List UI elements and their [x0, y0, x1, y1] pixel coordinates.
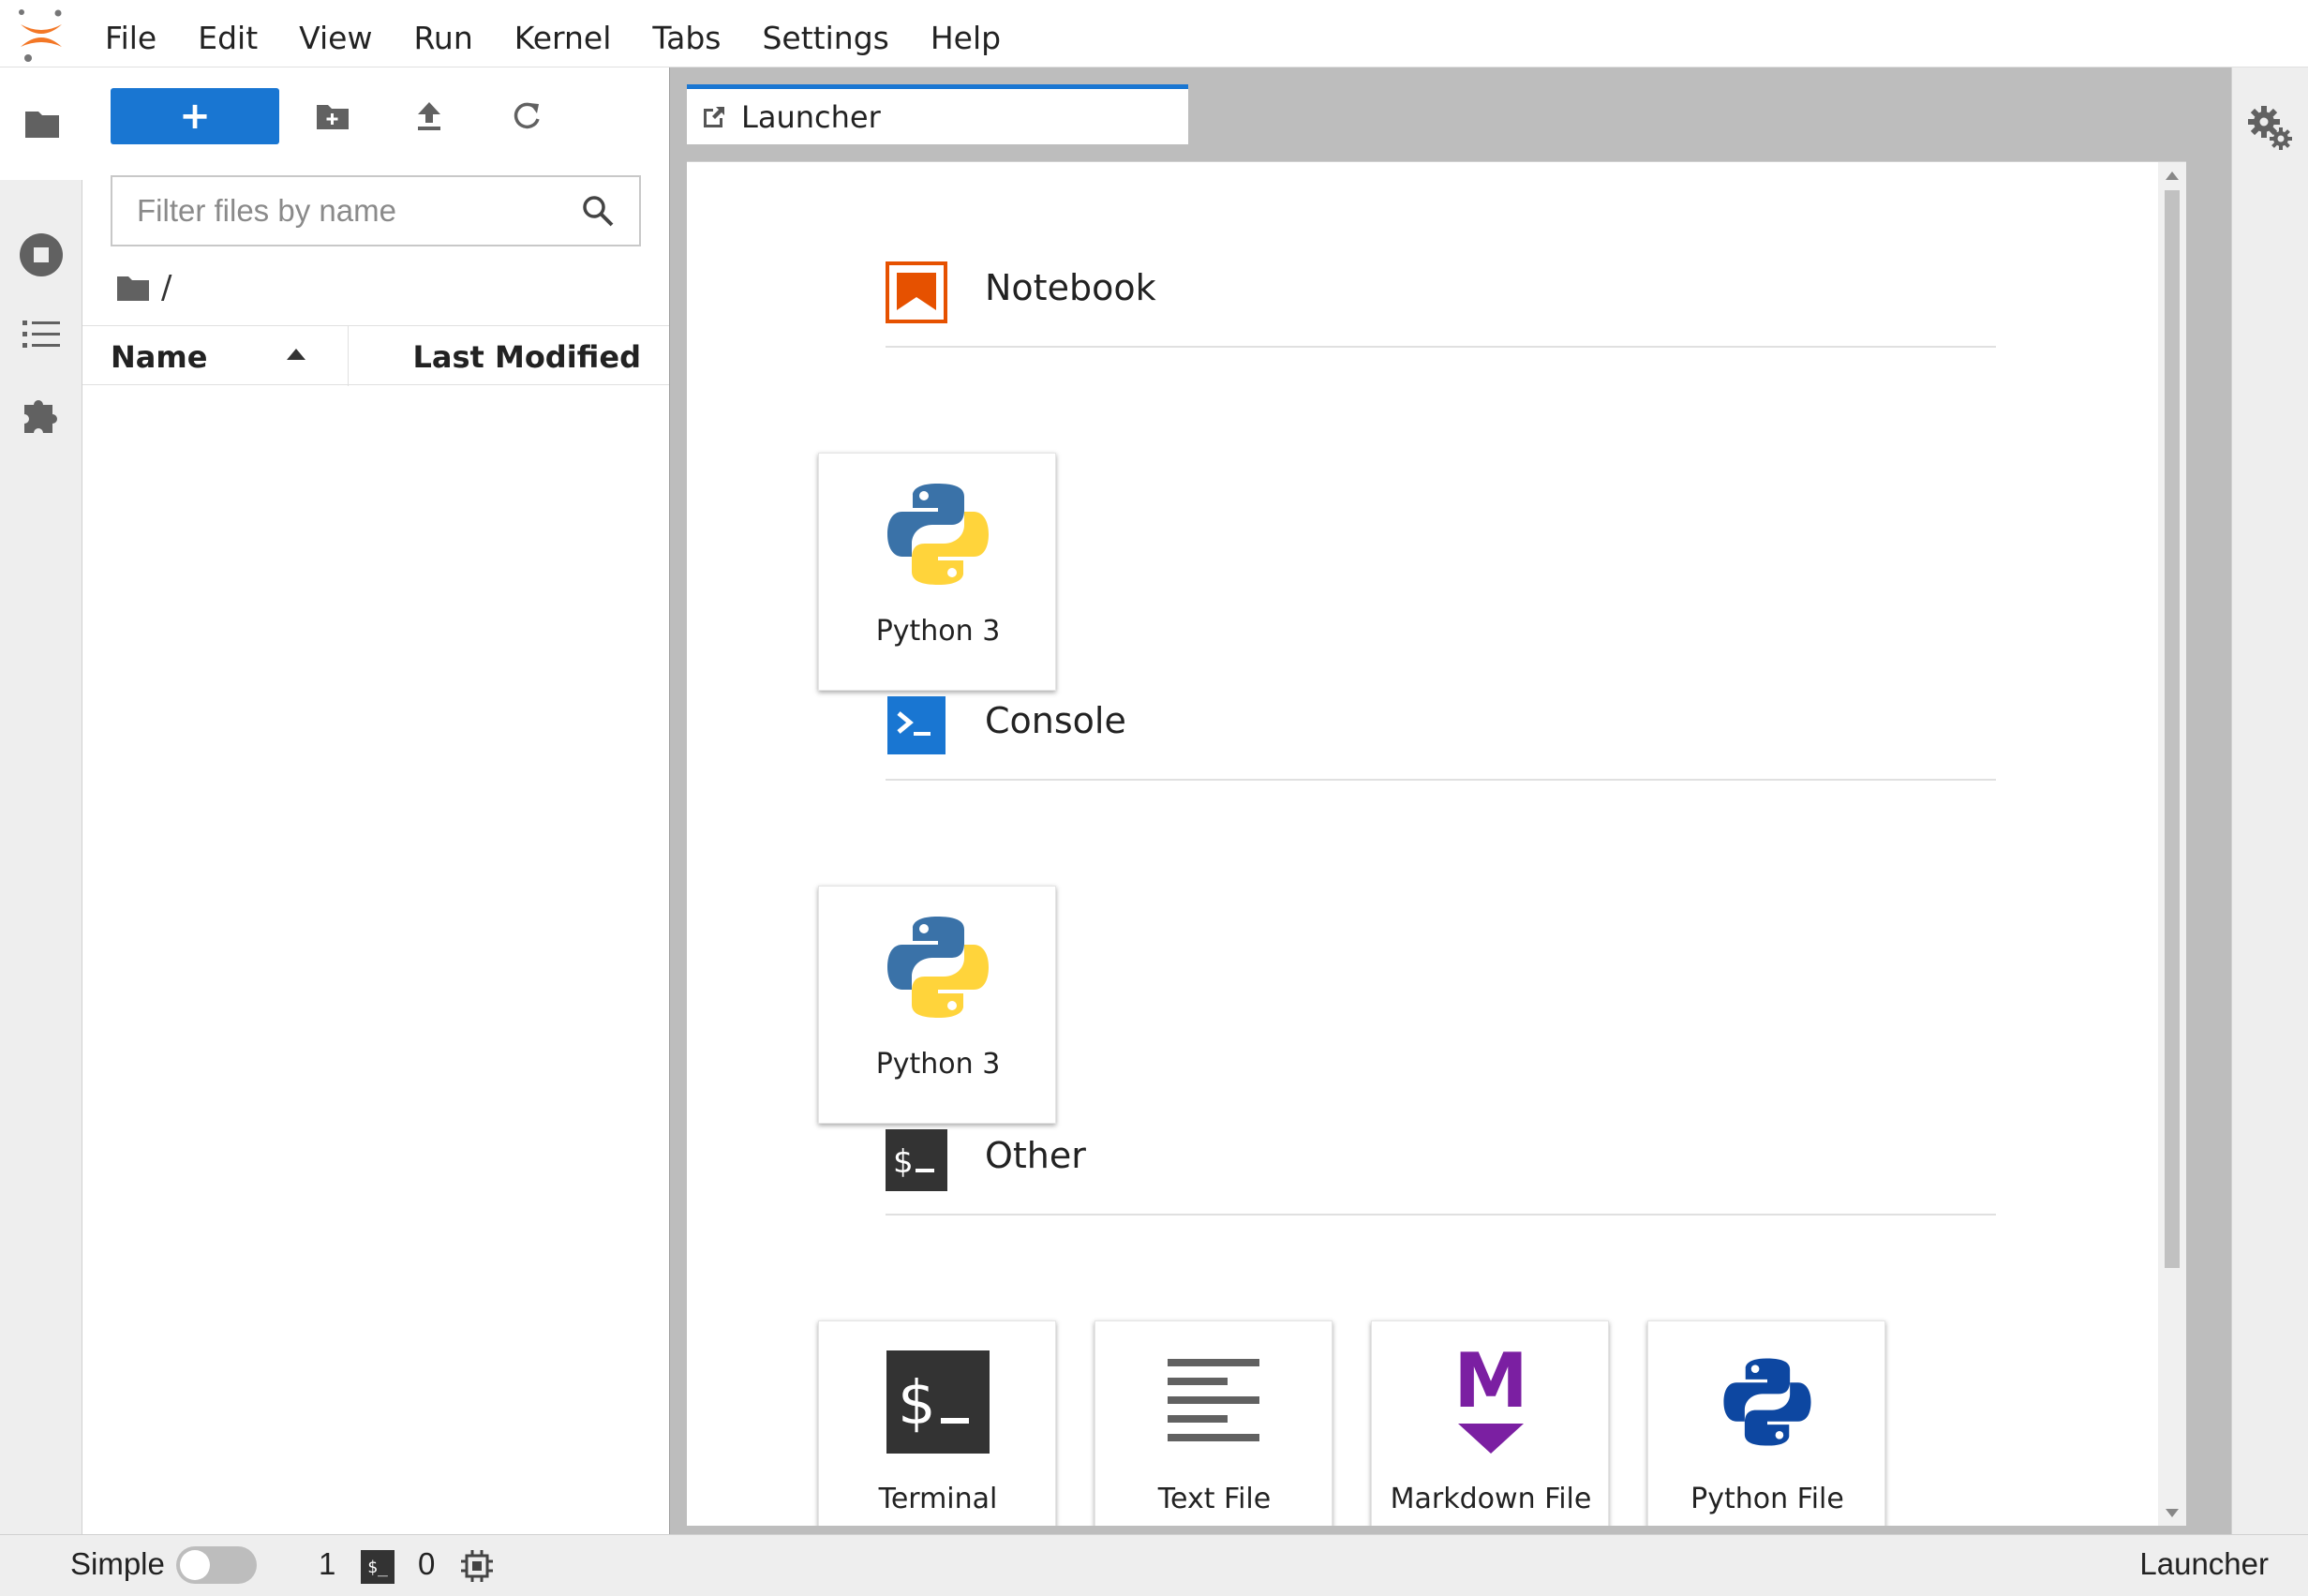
card-terminal[interactable]: $ Terminal [818, 1320, 1056, 1526]
other-section-icon: $ [886, 1129, 947, 1191]
kernels-count[interactable]: 0 [418, 1546, 435, 1582]
notebook-section-icon [886, 261, 947, 323]
card-label: Python 3 [875, 615, 1001, 648]
property-inspector-gear-icon[interactable] [2245, 103, 2296, 154]
menu-file[interactable]: File [84, 0, 177, 67]
home-folder-icon[interactable] [116, 274, 150, 302]
breadcrumb-root[interactable]: / [161, 269, 171, 306]
extension-icon [24, 400, 57, 433]
card-label: Markdown File [1390, 1483, 1592, 1515]
status-bar: Simple 1 $_ 0 Launcher [0, 1534, 2308, 1596]
scroll-down-arrow-icon[interactable] [2166, 1509, 2179, 1517]
breadcrumb: / [116, 264, 171, 311]
text-file-icon [1154, 1342, 1274, 1462]
terminal-badge-icon[interactable]: $_ [361, 1550, 395, 1584]
section-notebook: Notebook [886, 254, 1996, 348]
launcher-panel: Notebook Python 3 Console Python 3 $ Oth… [687, 161, 2186, 1526]
folder-icon [24, 112, 59, 138]
left-sidebar [0, 67, 83, 1534]
card-notebook-python3[interactable]: Python 3 [818, 453, 1056, 691]
file-list-header: Name Last Modified [82, 325, 669, 386]
python-file-icon [1707, 1342, 1827, 1462]
menu-tabs[interactable]: Tabs [632, 0, 741, 67]
new-folder-icon [317, 105, 349, 129]
section-title-console: Console [985, 700, 1126, 741]
upload-icon [418, 102, 440, 130]
tab-launcher-label: Launcher [741, 98, 881, 135]
svg-text:$: $ [898, 1369, 936, 1439]
card-label: Python File [1690, 1483, 1844, 1515]
simple-mode-toggle[interactable] [176, 1546, 257, 1584]
launcher-tab-icon [704, 106, 724, 127]
menubar: File Edit View Run Kernel Tabs Settings … [0, 0, 2308, 67]
terminal-icon: $ [878, 1342, 998, 1462]
column-divider[interactable] [348, 326, 349, 386]
menu-view[interactable]: View [278, 0, 393, 67]
sidebar-tab-file-browser[interactable] [0, 67, 83, 180]
sort-ascending-icon [287, 349, 305, 360]
upload-button[interactable] [409, 96, 450, 137]
scroll-up-arrow-icon[interactable] [2166, 172, 2179, 180]
scroll-thumb[interactable] [2165, 190, 2180, 1268]
python-logo-icon [878, 907, 998, 1027]
menu-settings[interactable]: Settings [741, 0, 909, 67]
running-icon [20, 233, 63, 276]
toc-icon [22, 321, 60, 348]
svg-text:M: M [1453, 1345, 1528, 1424]
markdown-icon: M [1431, 1342, 1551, 1462]
status-current-activity: Launcher [2139, 1546, 2269, 1581]
refresh-icon [514, 102, 540, 129]
plus-icon: + [179, 95, 211, 138]
menu-run[interactable]: Run [393, 0, 493, 67]
svg-text:$: $ [893, 1143, 914, 1181]
card-python-file[interactable]: Python File [1647, 1320, 1885, 1526]
new-folder-button[interactable] [312, 96, 353, 137]
sidebar-tab-extensions[interactable] [0, 358, 82, 470]
section-other: $ Other [886, 1122, 1996, 1216]
launcher-scrollbar[interactable] [2158, 162, 2186, 1526]
menu-help[interactable]: Help [910, 0, 1021, 67]
card-text-file[interactable]: Text File [1094, 1320, 1333, 1526]
search-icon [583, 196, 614, 227]
new-launcher-button[interactable]: + [111, 88, 279, 144]
section-console: Console [886, 687, 1996, 781]
card-markdown-file[interactable]: M Markdown File [1371, 1320, 1609, 1526]
column-header-last-modified[interactable]: Last Modified [413, 326, 642, 386]
section-title-notebook: Notebook [985, 267, 1156, 308]
main-dock-area: Launcher Notebook Python 3 Console Pytho… [669, 67, 2231, 1534]
card-label: Python 3 [875, 1048, 1001, 1081]
right-sidebar [2231, 67, 2308, 1534]
menu-kernel[interactable]: Kernel [494, 0, 633, 67]
jupyter-logo-icon [0, 0, 84, 67]
menu-edit[interactable]: Edit [177, 0, 278, 67]
kernel-chip-icon[interactable] [459, 1548, 495, 1584]
python-logo-icon [878, 474, 998, 594]
refresh-button[interactable] [506, 96, 547, 137]
simple-mode-label: Simple [70, 1546, 165, 1581]
card-label: Terminal [878, 1483, 998, 1515]
tab-launcher[interactable]: Launcher [687, 84, 1188, 144]
file-browser-panel: + / Name Last Modified [82, 67, 669, 1534]
filter-files-input[interactable] [135, 192, 575, 230]
console-section-icon [887, 696, 946, 754]
terminals-count[interactable]: 1 [319, 1546, 335, 1582]
section-title-other: Other [985, 1135, 1086, 1176]
card-label: Text File [1157, 1483, 1272, 1515]
filter-files-box [111, 175, 641, 246]
toggle-knob [180, 1550, 210, 1580]
card-console-python3[interactable]: Python 3 [818, 886, 1056, 1124]
column-header-name[interactable]: Name [111, 326, 207, 386]
